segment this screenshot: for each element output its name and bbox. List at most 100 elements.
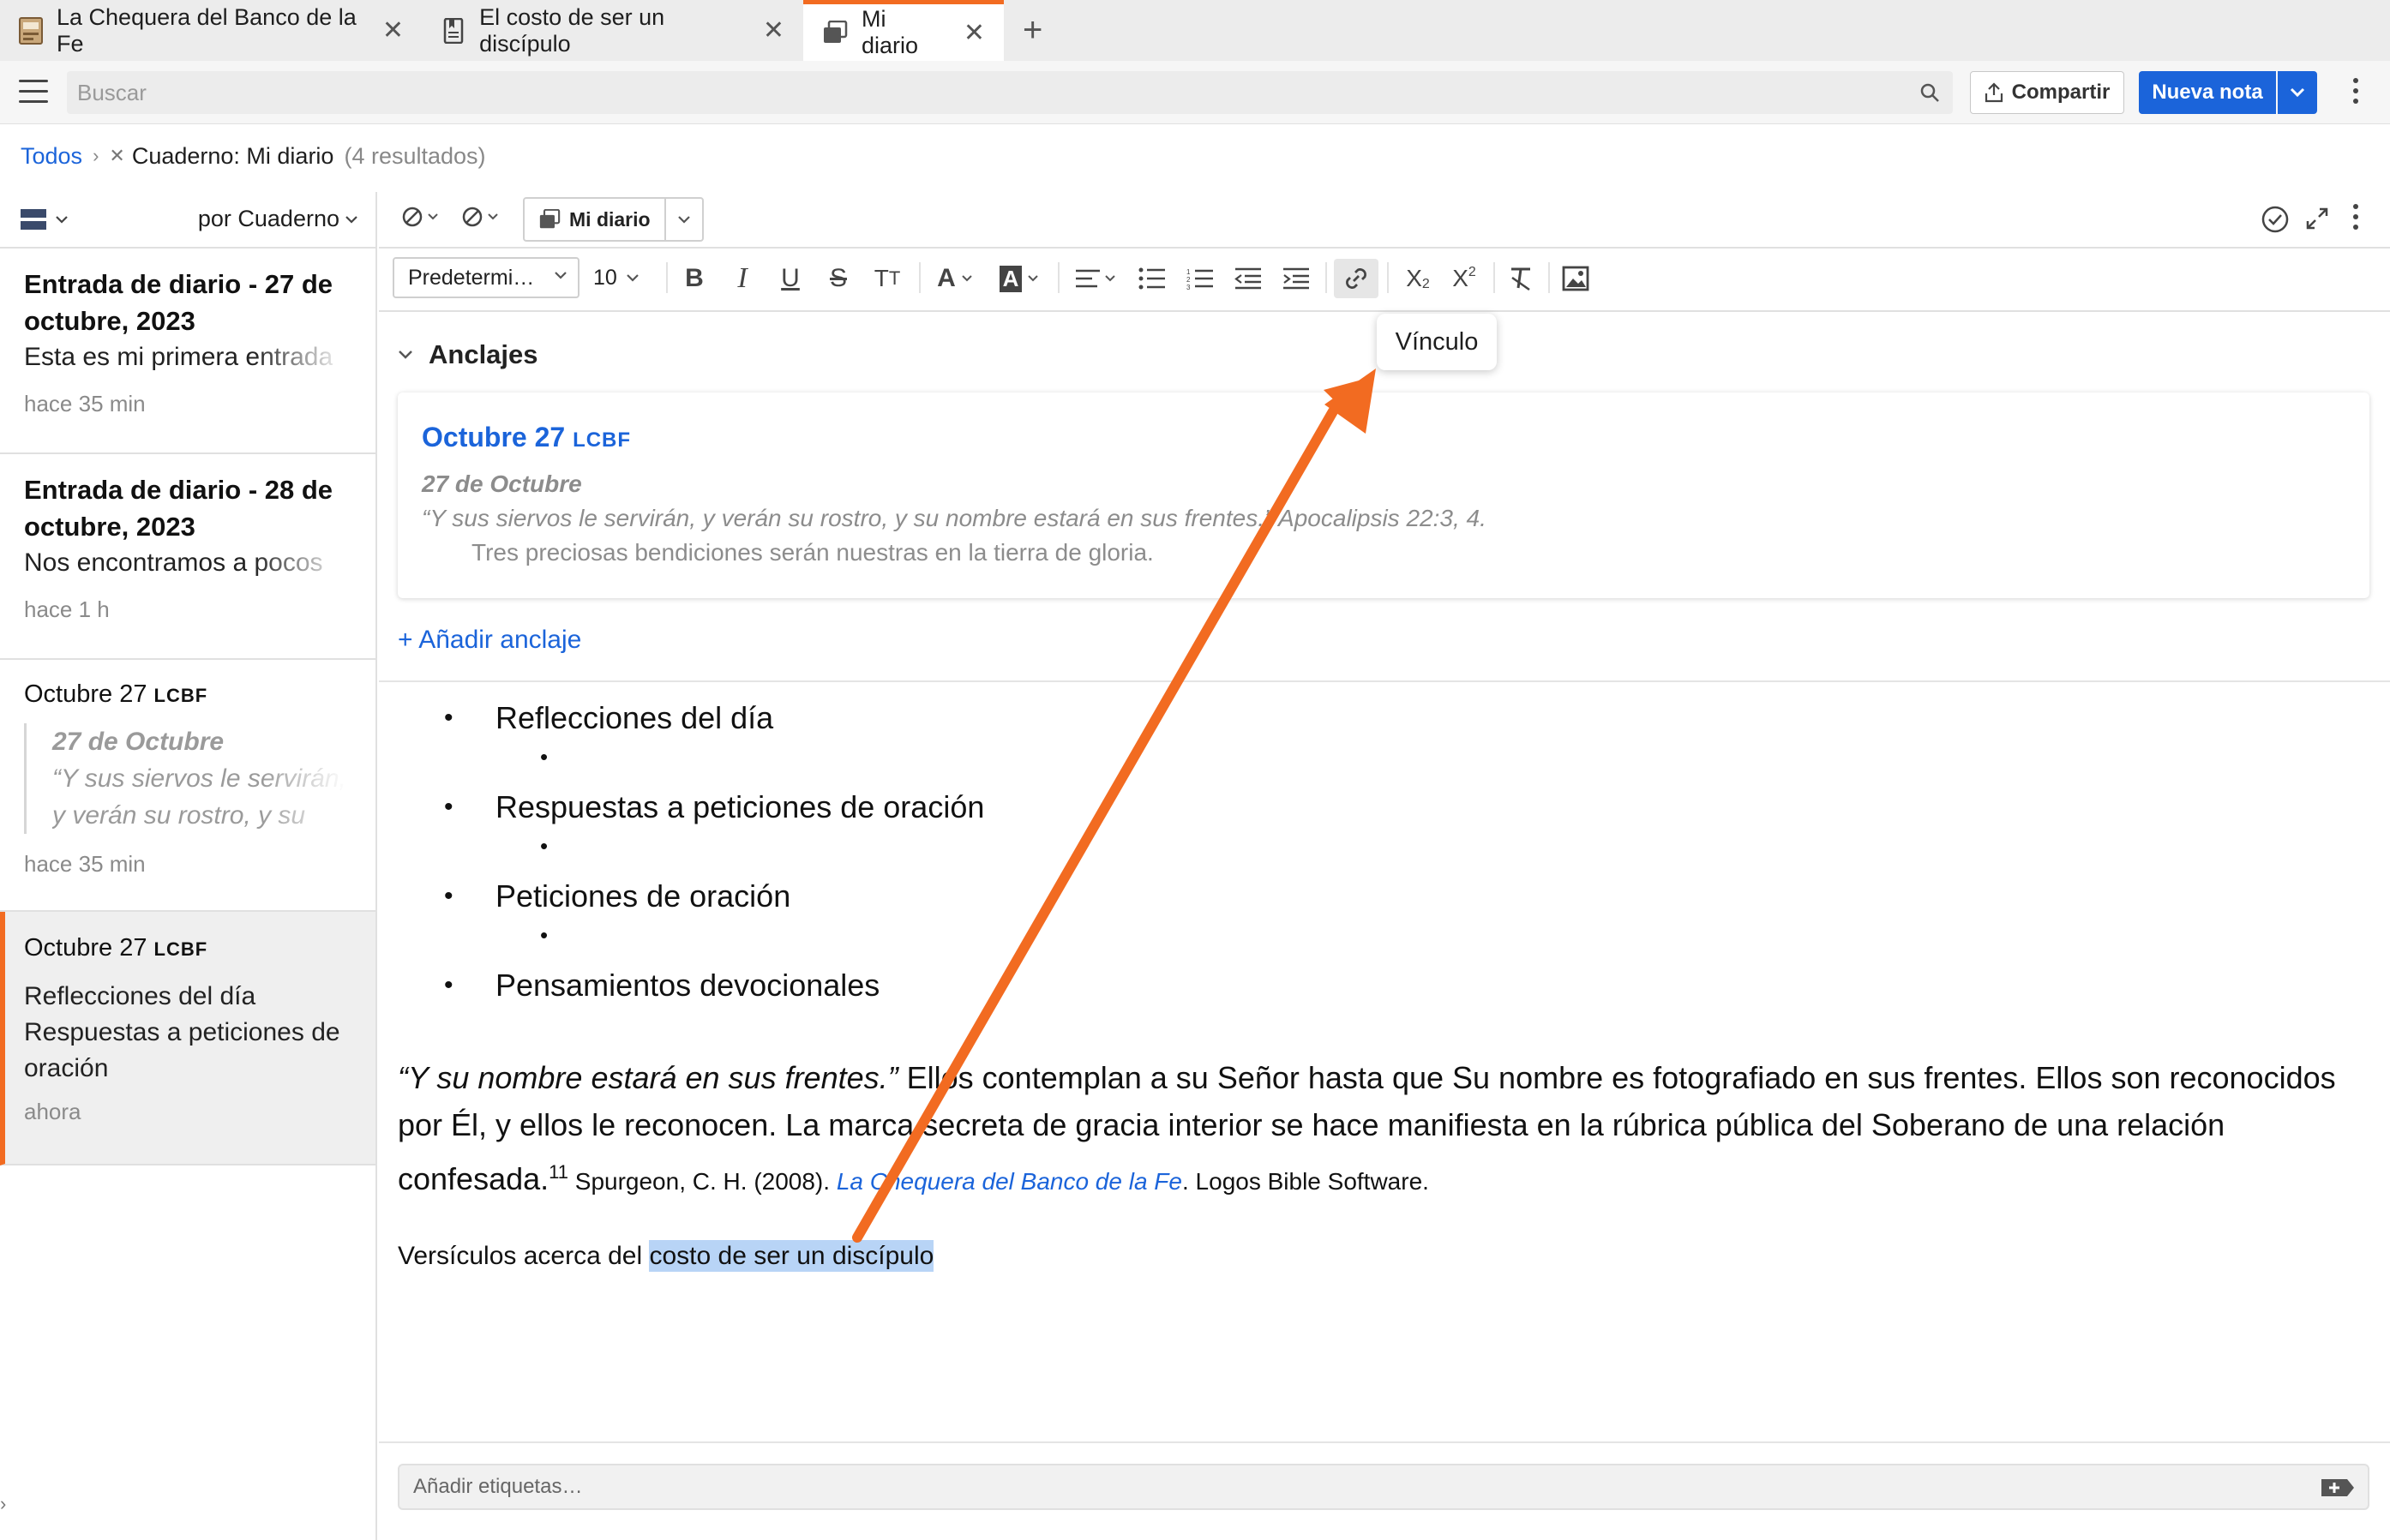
chevron-down-icon <box>1105 275 1115 282</box>
formatting-toolbar: Predetermi… 10 B I U S TT A A 123 X 2 X … <box>379 249 2390 312</box>
anchor-quote: 27 de Octubre “Y sus siervos le servirán… <box>422 467 2345 536</box>
image-icon <box>1562 266 1589 291</box>
strikethrough-button[interactable]: S <box>821 259 856 298</box>
new-note-button[interactable]: Nueva nota <box>2139 71 2276 114</box>
font-family-select[interactable]: Predetermi… <box>393 257 579 298</box>
bullet-list-icon <box>1138 267 1165 290</box>
footnote-marker[interactable]: 11 <box>549 1161 568 1183</box>
note-quote: 27 de Octubre “Y sus siervos le servirán… <box>24 723 351 834</box>
text-case-button[interactable]: TT <box>868 259 907 298</box>
share-button[interactable]: Compartir <box>1970 71 2124 114</box>
close-icon[interactable]: ✕ <box>964 18 985 48</box>
link-button[interactable] <box>1334 259 1378 298</box>
tab-bar: La Chequera del Banco de la Fe ✕ El cost… <box>0 0 2390 61</box>
link-tooltip: Vínculo <box>1377 314 1497 370</box>
numbered-list-button[interactable]: 123 <box>1183 259 1217 298</box>
insert-image-button[interactable] <box>1557 259 1594 298</box>
add-anchor-link[interactable]: + Añadir anclaje <box>398 626 581 655</box>
filter-dropdown-1[interactable] <box>401 206 439 228</box>
bullet-list-button[interactable] <box>1135 259 1169 298</box>
bullet-item[interactable]: Peticiones de oración <box>444 876 984 917</box>
list-item[interactable]: Entrada de diario - 28 de octubre, 2023 … <box>0 454 375 660</box>
editor-more-icon[interactable] <box>2352 204 2359 230</box>
list-item[interactable]: Entrada de diario - 27 de octubre, 2023 … <box>0 249 375 454</box>
filter-dropdown-2[interactable] <box>461 206 499 228</box>
verses-line[interactable]: Versículos acerca del costo de ser un di… <box>398 1236 934 1277</box>
italic-button[interactable]: I <box>725 259 760 298</box>
chevron-down-icon <box>428 213 438 220</box>
bullet-item[interactable]: Reflecciones del día <box>444 698 984 739</box>
notebook-selector[interactable]: Mi diario <box>523 197 704 242</box>
more-options-icon[interactable] <box>2352 78 2359 104</box>
no-filter-icon <box>462 207 483 227</box>
toolbar-separator <box>666 262 668 293</box>
note-bullet-list[interactable]: Reflecciones del día Respuestas a petici… <box>444 698 984 1006</box>
close-icon[interactable]: ✕ <box>763 15 784 45</box>
chevron-down-icon <box>962 275 972 282</box>
font-family-value: Predetermi… <box>408 265 535 290</box>
tab-mi-diario[interactable]: Mi diario ✕ <box>803 0 1004 61</box>
tab-costo-discipulo[interactable]: El costo de ser un discípulo ✕ <box>423 0 803 61</box>
note-paragraph[interactable]: “Y su nombre estará en sus frentes.” Ell… <box>398 1054 2369 1205</box>
notebook-dropdown[interactable] <box>666 199 702 240</box>
tab-chequera[interactable]: La Chequera del Banco de la Fe ✕ <box>0 0 423 61</box>
empty-sub-bullet[interactable] <box>444 739 984 787</box>
selected-text[interactable]: costo de ser un discípulo <box>649 1240 934 1272</box>
bold-button[interactable]: B <box>677 259 712 298</box>
clear-format-button[interactable] <box>1502 259 1540 298</box>
sort-select[interactable]: por Cuaderno <box>198 206 358 232</box>
subscript-button[interactable]: X2 <box>1399 259 1437 298</box>
anchors-section-header[interactable]: Anclajes <box>398 339 538 370</box>
note-time: hace 35 min <box>24 391 146 416</box>
empty-sub-bullet[interactable] <box>444 917 984 965</box>
anchor-card[interactable]: Octubre 27 LCBF 27 de Octubre “Y sus sie… <box>398 392 2369 598</box>
note-title-line: octubre, 2023 <box>24 512 195 542</box>
collapse-panel-icon[interactable]: › <box>0 1493 6 1515</box>
note-time: ahora <box>24 1099 81 1124</box>
anchor-title[interactable]: Octubre 27 LCBF <box>422 422 2345 453</box>
citation-prefix: Spurgeon, C. H. (2008). <box>567 1168 837 1195</box>
note-title-abbrev: LCBF <box>153 685 208 706</box>
verses-prefix: Versículos acerca del <box>398 1242 650 1270</box>
close-icon[interactable]: ✕ <box>382 15 404 45</box>
add-tag-icon[interactable] <box>2320 1476 2356 1500</box>
note-snippet: Esta es mi primera entrada <box>24 343 333 371</box>
quote-heading: 27 de Octubre <box>52 728 225 756</box>
check-circle-icon[interactable] <box>2260 204 2291 235</box>
note-title-main: Octubre 27 <box>24 934 147 962</box>
tags-input[interactable] <box>413 1465 2299 1508</box>
citation-book-link[interactable]: La Chequera del Banco de la Fe <box>837 1168 1182 1195</box>
breadcrumb-root-link[interactable]: Todos <box>21 143 82 170</box>
remove-filter-icon[interactable]: ✕ <box>109 145 124 167</box>
underline-button[interactable]: U <box>773 259 808 298</box>
expand-icon[interactable] <box>2304 206 2330 231</box>
anchor-title-main: Octubre 27 <box>422 422 566 452</box>
font-size-select[interactable]: 10 <box>593 257 640 298</box>
indent-button[interactable] <box>1279 259 1313 298</box>
chevron-down-icon <box>1028 275 1039 282</box>
empty-sub-bullet[interactable] <box>444 828 984 876</box>
note-snippet: Reflecciones del día <box>24 982 256 1010</box>
menu-icon[interactable] <box>19 80 48 104</box>
list-item[interactable]: Octubre 27 LCBF 27 de Octubre “Y sus sie… <box>0 660 375 912</box>
share-icon <box>1985 82 2003 103</box>
new-note-dropdown[interactable] <box>2278 71 2317 114</box>
search-icon[interactable] <box>1919 81 1941 104</box>
search-input[interactable] <box>77 71 1895 114</box>
note-snippet: Nos encontramos a pocos <box>24 548 323 577</box>
chevron-right-icon: › <box>93 145 99 166</box>
superscript-button[interactable]: X2 <box>1445 259 1483 298</box>
bullet-item[interactable]: Pensamientos devocionales <box>444 965 984 1006</box>
new-tab-button[interactable]: + <box>1004 0 1061 61</box>
list-item-selected[interactable]: Octubre 27 LCBF Reflecciones del día Res… <box>0 912 375 1165</box>
note-title-abbrev: LCBF <box>153 938 208 960</box>
align-button[interactable] <box>1070 259 1121 298</box>
view-mode-toggle[interactable] <box>21 207 69 231</box>
bookmark-doc-icon <box>441 17 465 45</box>
highlight-color-button[interactable]: A <box>991 259 1048 298</box>
bullet-item[interactable]: Respuestas a peticiones de oración <box>444 787 984 828</box>
result-count: (4 resultados) <box>344 142 486 169</box>
outdent-button[interactable] <box>1231 259 1265 298</box>
font-color-button[interactable]: A <box>929 259 981 298</box>
notes-stack-icon <box>539 209 561 229</box>
